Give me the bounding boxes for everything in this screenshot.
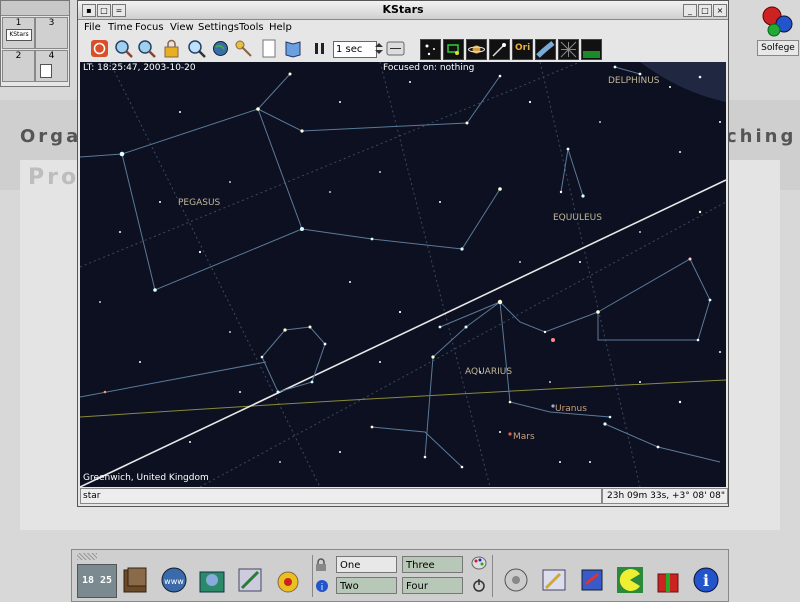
pager-desktop-number: 1 bbox=[15, 18, 22, 28]
pager-window-thumb[interactable] bbox=[40, 64, 52, 78]
panel-handle-left[interactable] bbox=[77, 553, 97, 560]
panel-clock[interactable]: 18 25 bbox=[77, 564, 117, 598]
book-icon[interactable] bbox=[284, 39, 303, 58]
pager-titlebar[interactable] bbox=[1, 1, 69, 16]
svg-text:i: i bbox=[703, 571, 709, 590]
pager-desktop-number: 4 bbox=[48, 51, 55, 61]
color-palette-icon[interactable] bbox=[471, 556, 487, 570]
helper-icon[interactable] bbox=[272, 564, 304, 596]
menu-view[interactable]: View bbox=[170, 22, 194, 33]
pacman-icon[interactable] bbox=[614, 564, 646, 596]
desktop-button-two[interactable]: Two bbox=[336, 577, 397, 594]
lock-icon[interactable] bbox=[162, 39, 181, 58]
horizon-icon[interactable] bbox=[581, 39, 602, 60]
key-icon[interactable] bbox=[234, 39, 253, 58]
kstars-window: ▪ □ = KStars _ □ × File Time Focus View … bbox=[77, 0, 729, 507]
status-coordinates: 23h 09m 33s, +3° 08' 08" bbox=[602, 488, 728, 504]
pager-desktop-number: 3 bbox=[48, 18, 55, 28]
constellation-label: DELPHINUS bbox=[608, 76, 660, 86]
pager-desktop-4[interactable]: 4 bbox=[35, 50, 68, 82]
time-step-spinner[interactable]: 1 sec bbox=[333, 41, 377, 58]
pager-window-thumb[interactable]: KStars bbox=[6, 29, 32, 41]
pager-desktop-number: 2 bbox=[15, 51, 22, 61]
game-icon[interactable] bbox=[576, 564, 608, 596]
menu-settings[interactable]: Settings bbox=[198, 22, 239, 33]
zoom-in-icon[interactable] bbox=[114, 39, 133, 58]
desktop-bg-text-right: ching bbox=[726, 126, 797, 147]
info-small-icon[interactable]: i bbox=[315, 579, 329, 593]
sky-focus-readout: Focused on: nothing bbox=[383, 63, 475, 73]
gift-icon[interactable] bbox=[652, 564, 684, 596]
svg-text:www: www bbox=[164, 577, 184, 586]
milky-way-icon[interactable] bbox=[535, 39, 556, 60]
globe-icon[interactable] bbox=[211, 39, 230, 58]
pause-icon[interactable] bbox=[310, 39, 329, 58]
desktop-button-three[interactable]: Three bbox=[402, 556, 463, 573]
sky-time-readout: LT: 18:25:47, 2003-10-20 bbox=[83, 63, 196, 73]
kicker-panel: 18 25 www i One Three Two Four i bbox=[71, 549, 729, 602]
planet-label: Mars bbox=[513, 432, 535, 442]
sky-location-readout: Greenwich, United Kingdom bbox=[83, 473, 209, 483]
constellation-names-icon[interactable]: Ori bbox=[512, 39, 533, 60]
sky-canvas bbox=[80, 62, 726, 487]
editor-icon[interactable] bbox=[538, 564, 570, 596]
info-icon[interactable]: i bbox=[690, 564, 722, 596]
page-icon[interactable] bbox=[259, 39, 278, 58]
sound-icon[interactable] bbox=[500, 564, 532, 596]
pager-desktop-1[interactable]: 1 KStars bbox=[2, 17, 35, 49]
ori-label: Ori bbox=[515, 43, 531, 53]
constellation-label: EQUULEUS bbox=[553, 213, 602, 223]
logout-icon[interactable] bbox=[472, 578, 486, 592]
menu-file[interactable]: File bbox=[84, 22, 101, 33]
www-browser-icon[interactable]: www bbox=[158, 564, 190, 596]
constellation-label: AQUARIUS bbox=[465, 367, 513, 377]
window-titlebar[interactable]: ▪ □ = KStars _ □ × bbox=[78, 1, 728, 20]
menu-focus[interactable]: Focus bbox=[135, 22, 164, 33]
planets-toggle-icon[interactable] bbox=[466, 39, 487, 60]
main-toolbar: 1 sec Ori bbox=[78, 37, 728, 61]
window-title: KStars bbox=[382, 3, 424, 16]
status-object: star bbox=[80, 488, 602, 504]
pager-desktop-2[interactable]: 2 bbox=[2, 50, 35, 82]
comets-toggle-icon[interactable] bbox=[489, 39, 510, 60]
planet-label: Uranus bbox=[555, 404, 587, 414]
maximize-icon[interactable]: □ bbox=[698, 4, 712, 17]
desktop-bg-text-faded: Pro bbox=[28, 165, 80, 190]
close-icon[interactable]: × bbox=[713, 4, 727, 17]
desktop-bg-text-left: Orga bbox=[20, 126, 82, 147]
home-folder-icon[interactable] bbox=[196, 564, 228, 596]
terminal-icon[interactable] bbox=[120, 564, 152, 596]
minimize-icon[interactable]: _ bbox=[683, 4, 697, 17]
constellation-label: PEGASUS bbox=[178, 198, 221, 208]
time-step-units-icon[interactable] bbox=[386, 39, 405, 58]
desktop-button-one[interactable]: One bbox=[336, 556, 397, 573]
menu-time[interactable]: Time bbox=[108, 22, 132, 33]
menu-help[interactable]: Help bbox=[269, 22, 292, 33]
find-object-icon[interactable] bbox=[187, 39, 206, 58]
spinner-arrows-icon[interactable] bbox=[374, 41, 384, 56]
menubar: File Time Focus View Settings Tools Help bbox=[78, 20, 728, 36]
stop-clock-icon[interactable] bbox=[90, 39, 109, 58]
window-list-icon[interactable] bbox=[234, 564, 266, 596]
lock-screen-icon[interactable] bbox=[315, 558, 327, 572]
desktop-button-four[interactable]: Four bbox=[402, 577, 463, 594]
desktop-pager[interactable]: 1 KStars 3 2 4 bbox=[0, 0, 70, 87]
svg-text:i: i bbox=[321, 583, 324, 593]
pager-desktop-3[interactable]: 3 bbox=[35, 17, 68, 49]
sky-map[interactable]: LT: 18:25:47, 2003-10-20 Focused on: not… bbox=[80, 62, 726, 487]
panel-separator bbox=[312, 555, 313, 597]
deep-sky-toggle-icon[interactable] bbox=[443, 39, 464, 60]
menu-tools[interactable]: Tools bbox=[239, 22, 264, 33]
stars-toggle-icon[interactable] bbox=[420, 39, 441, 60]
solfege-launcher-label[interactable]: Solfege bbox=[757, 40, 799, 56]
statusbar: star 23h 09m 33s, +3° 08' 08" bbox=[80, 488, 728, 504]
coordinate-grid-icon[interactable] bbox=[558, 39, 579, 60]
zoom-out-icon[interactable] bbox=[137, 39, 156, 58]
solfege-icon[interactable] bbox=[760, 4, 794, 38]
panel-separator bbox=[492, 555, 493, 597]
